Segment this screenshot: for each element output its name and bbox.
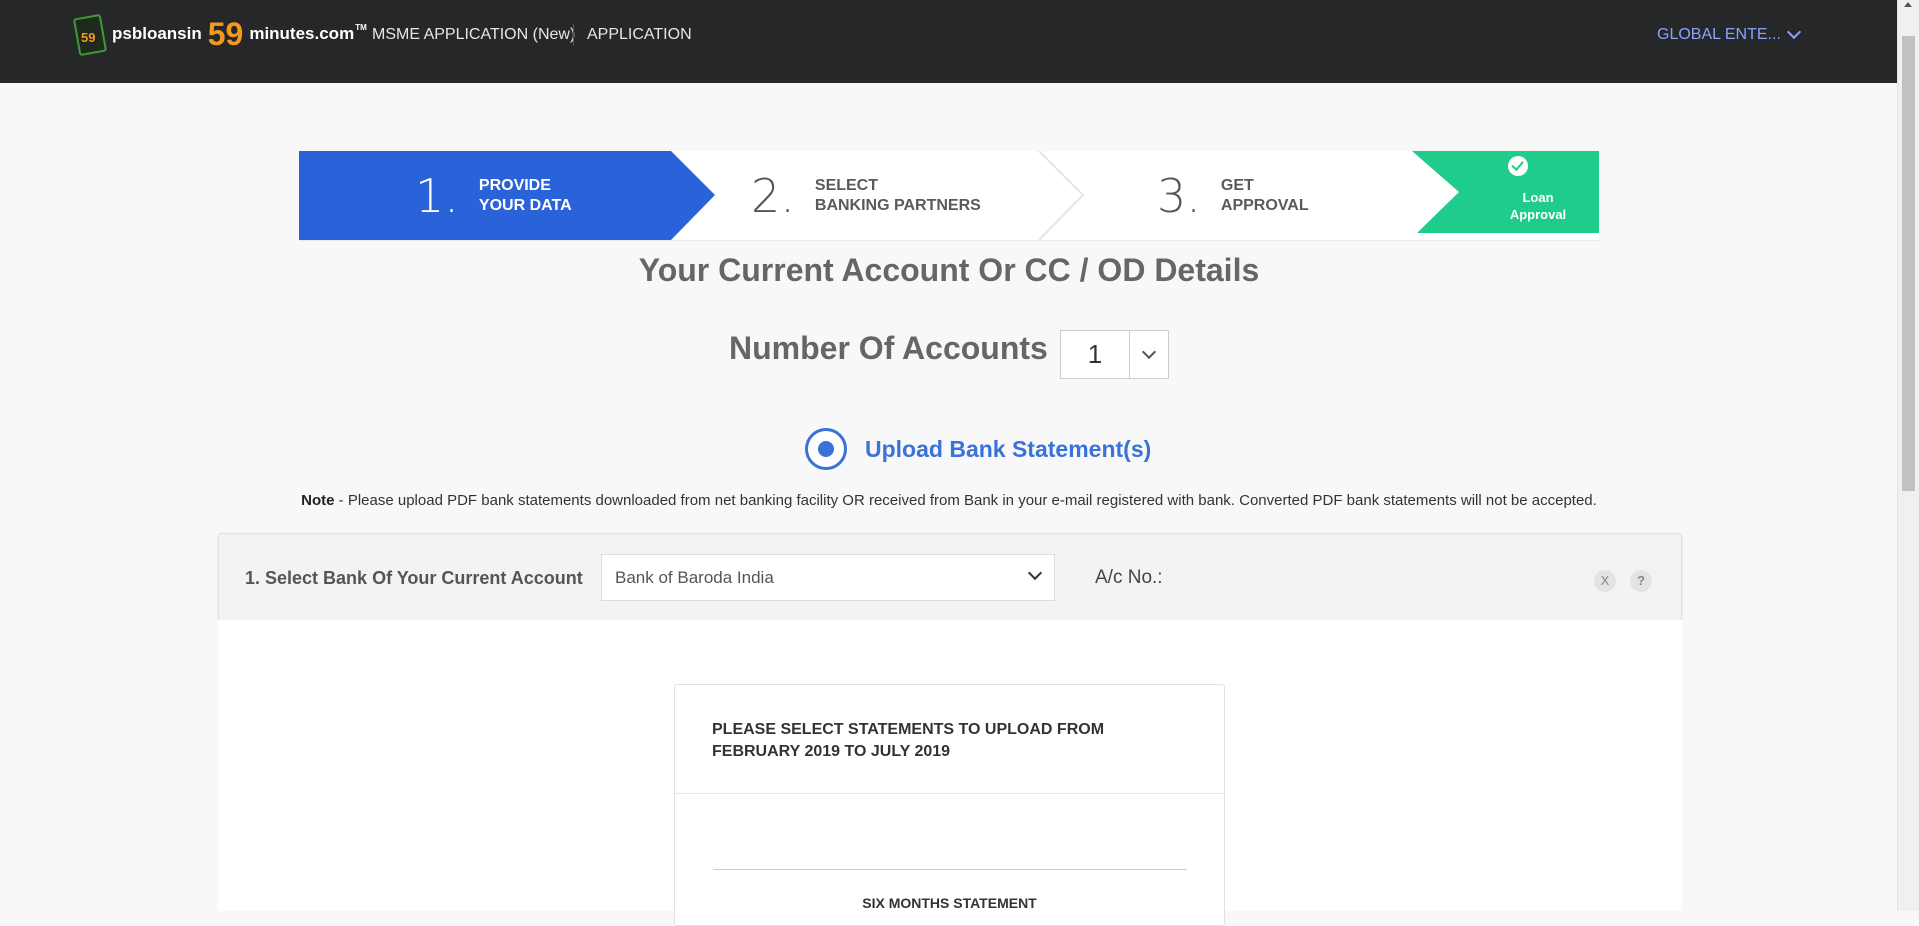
step-label: GET APPROVAL: [1221, 176, 1309, 216]
note-label: Note: [301, 492, 335, 509]
accounts-count-value: 1: [1061, 331, 1130, 378]
user-menu[interactable]: GLOBAL ENTE...: [1657, 24, 1801, 44]
user-name: GLOBAL ENTE...: [1657, 26, 1781, 43]
step-get-approval: 3. GET APPROVAL: [1157, 151, 1309, 240]
site-logo[interactable]: 59 psbloansin 59 minutes.com TM: [72, 13, 367, 57]
scrollbar-thumb[interactable]: [1902, 36, 1915, 491]
chevron-down-icon: [1786, 24, 1801, 40]
page-scrollbar[interactable]: [1897, 0, 1919, 911]
step-number: 3.: [1157, 168, 1201, 223]
nav-divider: [573, 24, 574, 46]
bank-account-row: 1. Select Bank Of Your Current Account B…: [218, 533, 1682, 621]
step-select-banking-partners: 2. SELECT BANKING PARTNERS: [751, 151, 981, 240]
accounts-count-select[interactable]: 1: [1060, 330, 1169, 379]
step-label: SELECT BANKING PARTNERS: [815, 176, 981, 216]
note-text: - Please upload PDF bank statements down…: [334, 492, 1597, 509]
statement-heading-line2: FEBRUARY 2019 TO JULY 2019: [712, 743, 951, 760]
help-icon[interactable]: ?: [1630, 570, 1652, 592]
statement-upload-card: PLEASE SELECT STATEMENTS TO UPLOAD FROM …: [674, 684, 1225, 926]
logo-prefix: psbloansin: [112, 24, 202, 43]
logo-text: psbloansin 59 minutes.com TM: [112, 18, 367, 50]
nav-menu-label: MSME APPLICATION (New): [372, 26, 576, 43]
upload-option-label[interactable]: Upload Bank Statement(s): [865, 436, 1151, 463]
step-label-line1: GET: [1220, 176, 1254, 194]
radio-button-selected[interactable]: [805, 428, 847, 470]
step-loan-approval: Loan Approval: [1417, 151, 1599, 233]
final-step-line2: Approval: [1509, 207, 1567, 222]
number-of-accounts: Number Of Accounts ?: [729, 330, 1084, 367]
logo-trademark: TM: [355, 22, 367, 32]
account-number-label: A/c No.:: [1095, 567, 1163, 588]
nav-msme-application-menu[interactable]: MSME APPLICATION (New): [372, 26, 575, 44]
logo-badge-icon: 59: [72, 13, 108, 57]
top-navbar: 59 psbloansin 59 minutes.com TM MSME APP…: [0, 0, 1898, 83]
chevron-down-icon: [1027, 565, 1043, 586]
upload-note: Note - Please upload PDF bank statements…: [0, 492, 1898, 509]
upload-bank-statement-option[interactable]: Upload Bank Statement(s): [805, 428, 1151, 470]
logo-number: 59: [207, 16, 244, 52]
step-provide-data: 1. PROVIDE YOUR DATA: [415, 151, 572, 240]
step-label-line1: SELECT: [814, 176, 879, 194]
logo-badge-number: 59: [81, 30, 96, 45]
step-label-line2: YOUR DATA: [478, 196, 572, 214]
six-months-statement-label: SIX MONTHS STATEMENT: [862, 895, 1037, 911]
bank-select-dropdown[interactable]: Bank of Baroda India: [601, 554, 1055, 601]
statement-card-heading: PLEASE SELECT STATEMENTS TO UPLOAD FROM …: [675, 685, 1224, 794]
check-circle-icon: [1508, 156, 1528, 176]
chevron-down-icon[interactable]: [1130, 331, 1168, 378]
final-step-line1: Loan: [1522, 190, 1554, 205]
step-label-line2: BANKING PARTNERS: [814, 196, 981, 214]
remove-account-button[interactable]: X: [1594, 570, 1616, 592]
accounts-label: Number Of Accounts: [729, 330, 1048, 366]
logo-suffix: minutes.com: [249, 24, 355, 43]
nav-application-link[interactable]: APPLICATION: [587, 26, 692, 44]
bank-select-label: 1. Select Bank Of Your Current Account: [245, 568, 583, 588]
scroll-up-icon[interactable]: [1904, 2, 1912, 7]
step-number: 2.: [751, 168, 795, 223]
step-label-line2: APPROVAL: [1220, 196, 1309, 214]
final-step-label: Loan Approval: [1477, 189, 1599, 223]
step-number: 1.: [415, 168, 459, 223]
selected-bank: Bank of Baroda India: [615, 568, 774, 587]
page-title: Your Current Account Or CC / OD Details: [638, 252, 1260, 288]
step-label: PROVIDE YOUR DATA: [479, 176, 572, 216]
step-2-divider: [1038, 151, 1085, 240]
statement-heading-line1: PLEASE SELECT STATEMENTS TO UPLOAD FROM: [712, 721, 1105, 738]
divider: [713, 869, 1187, 870]
progress-stepper: 1. PROVIDE YOUR DATA 2. SELECT BANKING P…: [299, 151, 1599, 241]
step-label-line1: PROVIDE: [478, 176, 551, 194]
